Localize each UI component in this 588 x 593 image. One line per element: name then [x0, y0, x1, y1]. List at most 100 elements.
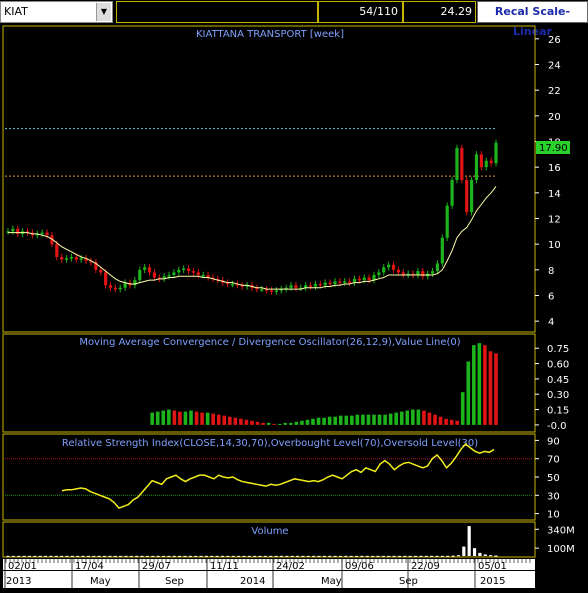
macd-bar	[216, 414, 221, 425]
macd-bar	[422, 410, 426, 425]
volume-bar	[119, 555, 123, 557]
volume-bar	[236, 555, 241, 557]
volume-bar	[183, 555, 187, 557]
price-candle-body	[74, 257, 78, 260]
price-candle-body	[416, 271, 420, 275]
volume-bar	[403, 555, 407, 557]
macd-bar	[294, 421, 299, 425]
volume-bar	[188, 555, 192, 557]
volume-bar	[220, 555, 225, 557]
price-candle-body	[108, 285, 113, 288]
price-candle-body	[16, 228, 20, 234]
volume-bar	[247, 555, 251, 557]
price-candle-body	[440, 237, 444, 264]
macd-ytick-label: 0.30	[547, 390, 569, 401]
volume-bar	[413, 555, 418, 557]
volume-bar	[38, 555, 42, 557]
volume-bar	[365, 555, 369, 557]
price-candle-body	[357, 278, 361, 281]
price-candle-body	[396, 269, 400, 273]
macd-bar	[366, 414, 371, 425]
volume-bar	[494, 555, 498, 557]
macd-bars	[150, 343, 498, 425]
volume-bar	[108, 555, 112, 557]
macd-bar	[200, 412, 204, 425]
date-label: 17/04	[75, 561, 104, 572]
price-candle-body	[455, 147, 459, 180]
price-candle-body	[430, 271, 435, 274]
macd-bar	[255, 421, 260, 425]
rsi-chart-title: Relative Strength Index(CLOSE,14,30,70),…	[62, 438, 478, 449]
macd-bar	[233, 417, 238, 425]
price-candle-body	[348, 281, 352, 283]
macd-bar	[494, 353, 498, 425]
volume-bar	[371, 555, 375, 557]
volume-bar	[204, 555, 209, 557]
macd-bar	[355, 414, 360, 425]
volume-bar	[17, 555, 21, 557]
volume-bar	[338, 555, 343, 557]
price-candle-body	[138, 269, 142, 281]
price-candle-body	[450, 180, 454, 206]
macd-bar	[316, 417, 321, 425]
price-candle-body	[308, 285, 313, 287]
volume-bar	[456, 555, 461, 557]
volume-bar	[312, 555, 316, 557]
volume-ytick-label: 100M	[547, 544, 575, 555]
month-label: Sep	[399, 576, 418, 587]
macd-bar	[433, 414, 437, 425]
macd-bar	[483, 345, 487, 425]
price-panel-frame	[2, 25, 536, 333]
macd-bar	[172, 410, 177, 425]
price-candle-body	[391, 264, 396, 270]
price-candle-body	[362, 277, 366, 281]
rsi-ytick-label: 70	[547, 455, 560, 466]
price-ytick-label: 26	[548, 35, 561, 46]
macd-bar	[333, 416, 337, 425]
month-label: 2015	[480, 576, 505, 587]
chart-canvas: KIATTANA TRANSPORT [week] 46810121416182…	[2, 25, 575, 588]
price-candle-body	[382, 267, 386, 273]
volume-bar	[231, 555, 235, 557]
volume-bar	[167, 555, 171, 557]
macd-bar	[449, 419, 454, 425]
macd-bar	[167, 409, 171, 425]
macd-bar	[477, 343, 482, 425]
price-candle-body	[69, 257, 74, 259]
price-candle-body	[260, 289, 264, 291]
price-candle-body	[152, 272, 156, 278]
macd-bar	[388, 413, 393, 425]
price-candle-body	[445, 205, 449, 238]
price-candle-body	[323, 282, 327, 286]
volume-bar	[467, 526, 471, 556]
macd-bar	[338, 415, 343, 425]
price-ytick-label: 20	[548, 112, 561, 123]
macd-bar	[411, 409, 415, 425]
price-candle-body	[191, 271, 196, 273]
volume-bar	[317, 555, 321, 557]
volume-bar	[462, 546, 466, 556]
volume-bar	[129, 555, 133, 557]
rsi-line	[61, 443, 495, 509]
volume-bar	[135, 555, 139, 557]
date-label: 09/06	[345, 561, 374, 572]
price-candle-body	[60, 257, 64, 260]
volume-bar	[387, 555, 391, 557]
volume-bar	[178, 555, 182, 557]
macd-panel-frame	[2, 333, 536, 433]
price-candle-body	[387, 264, 391, 268]
macd-bar	[444, 418, 448, 425]
macd-ytick-label: 0.75	[547, 344, 569, 355]
volume-bar	[478, 552, 482, 556]
volume-bar	[172, 555, 176, 557]
rsi-panel: Relative Strength Index(CLOSE,14,30,70),…	[2, 433, 560, 521]
price-candle-body	[79, 258, 83, 260]
price-candle-body	[172, 272, 176, 275]
date-label: 11/11	[210, 561, 239, 572]
date-label: 29/07	[142, 561, 171, 572]
macd-chart-title: Moving Average Convergence / Divergence …	[79, 337, 460, 348]
volume-bar	[258, 555, 262, 557]
macd-ytick-label: 0.45	[547, 375, 569, 386]
price-ytick-label: 10	[548, 240, 561, 251]
rsi-reference-lines	[5, 458, 533, 496]
